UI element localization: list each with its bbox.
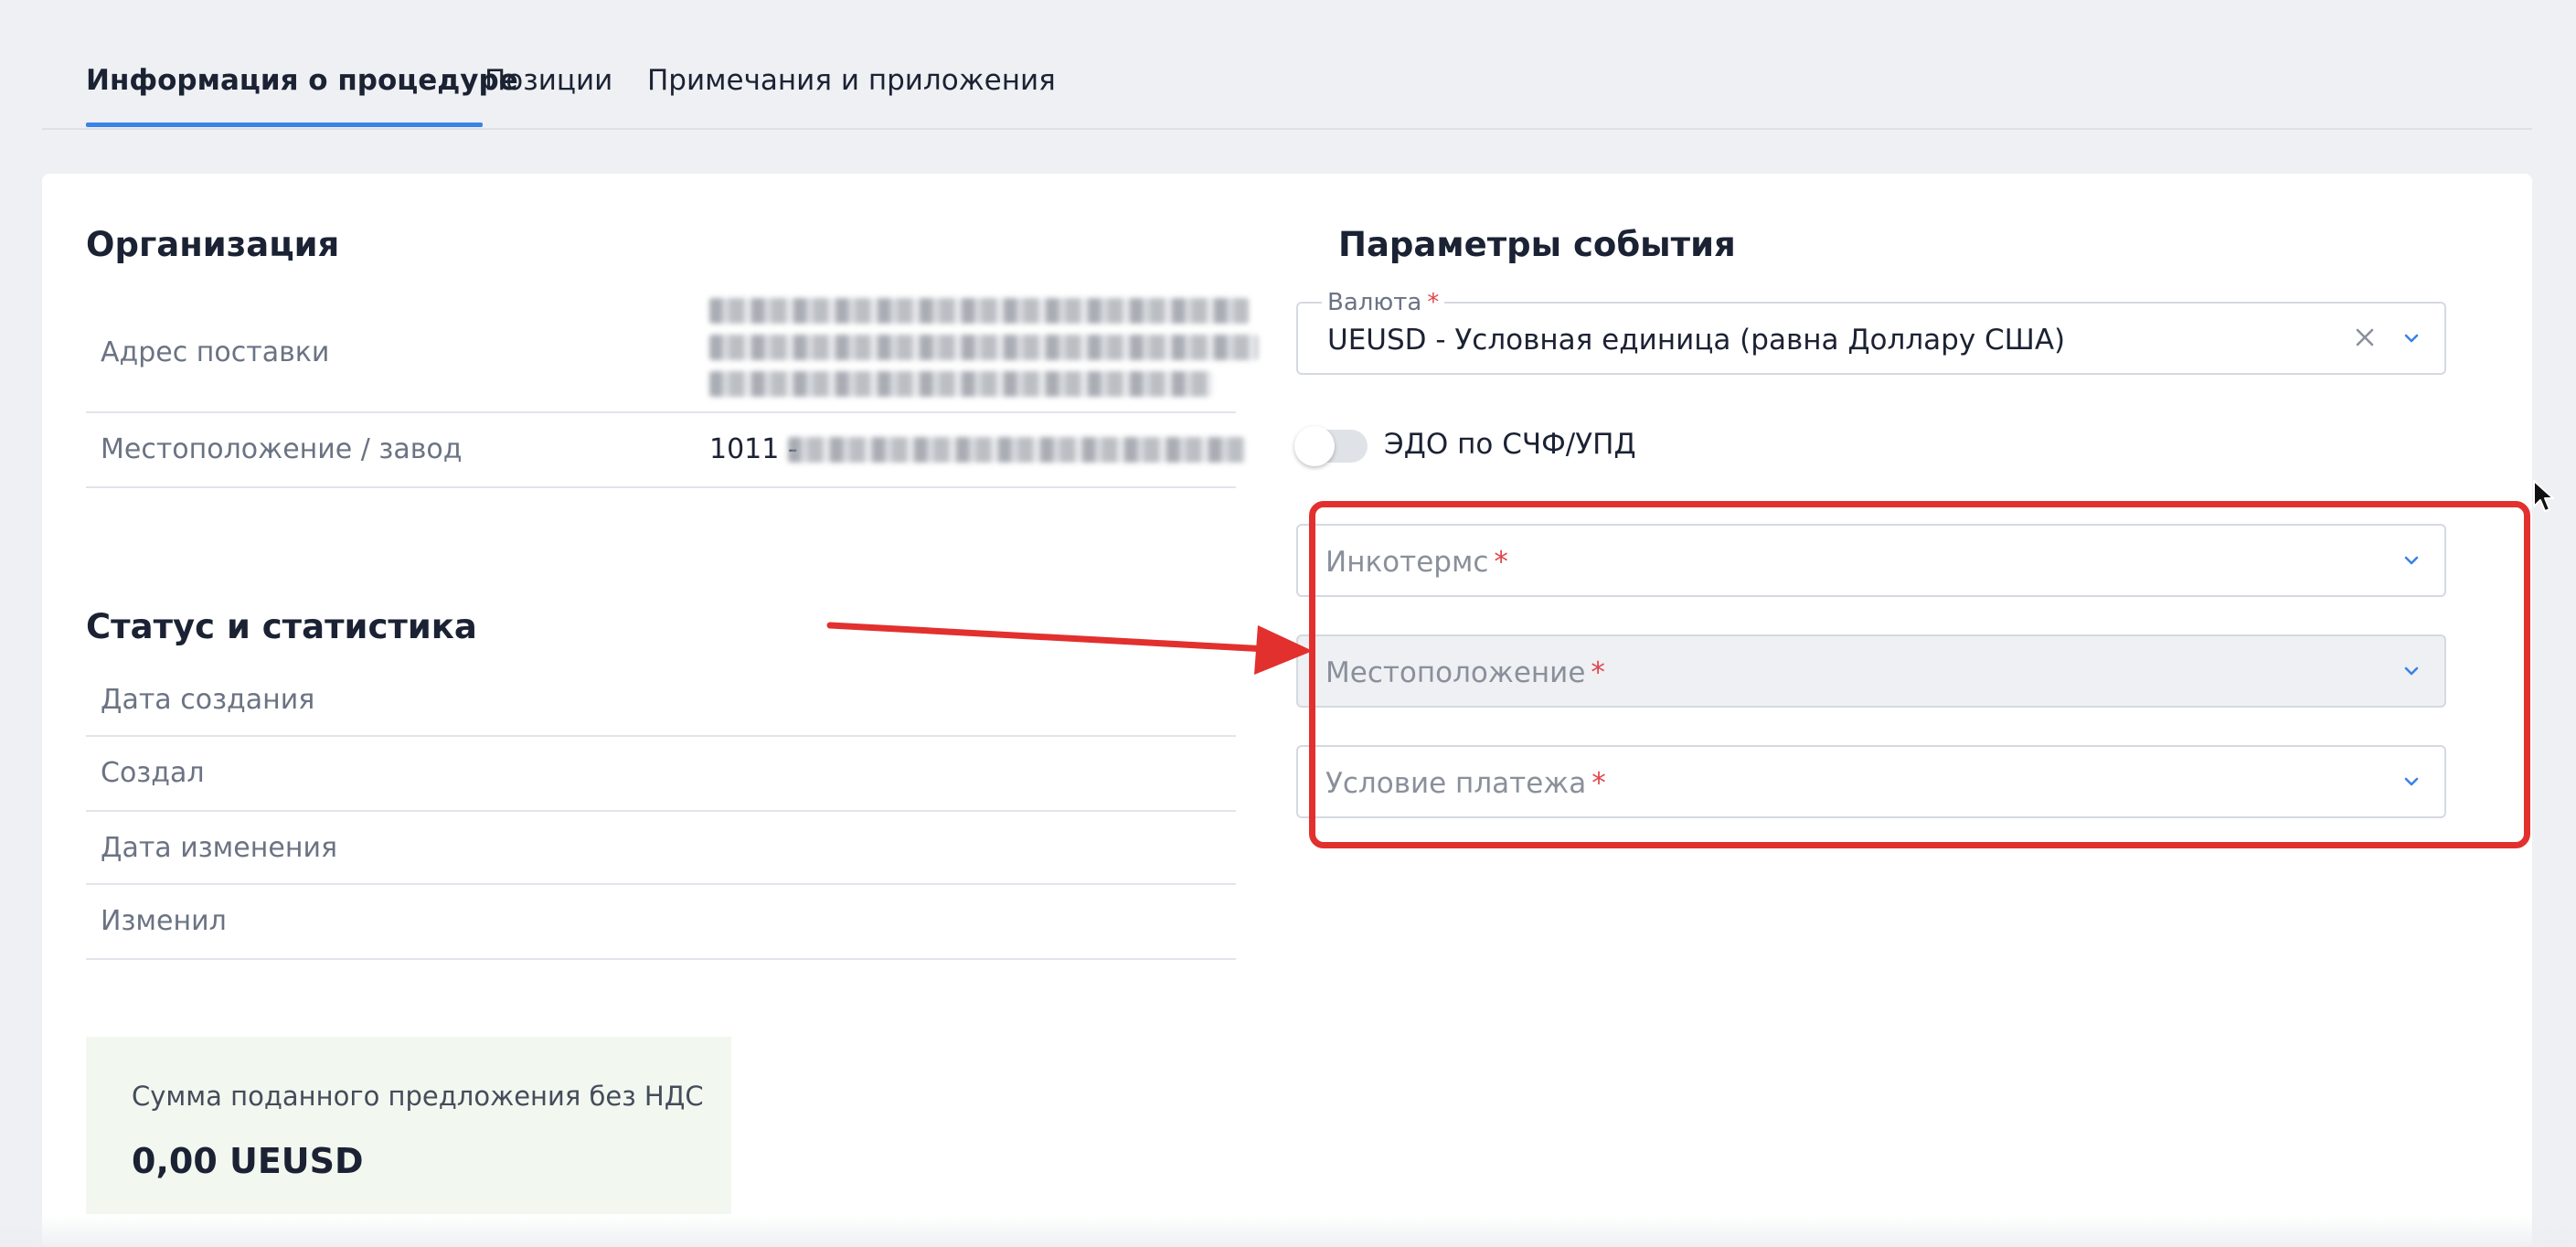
offer-sum-value: 0,00 UEUSD (132, 1141, 364, 1181)
location-required-mark: * (1591, 656, 1605, 689)
incoterms-select[interactable]: Инкотермс * (1296, 524, 2446, 597)
created-by-row: Создал (86, 737, 1236, 812)
modified-date-row: Дата изменения (86, 812, 1236, 885)
toggle-knob (1294, 426, 1335, 466)
tab-notes-attachments[interactable]: Примечания и приложения (647, 64, 1056, 97)
offer-sum-label: Сумма поданного предложения без НДС (132, 1081, 704, 1112)
modified-date-label: Дата изменения (101, 832, 337, 864)
tab-positions[interactable]: Позиции (484, 64, 612, 97)
delivery-address-label: Адрес поставки (101, 336, 330, 368)
currency-label: Валюта * (1322, 289, 1445, 316)
chevron-down-icon[interactable] (2399, 769, 2424, 794)
location-plant-label: Местоположение / завод (101, 433, 463, 465)
incoterms-placeholder: Инкотермс * (1325, 546, 1508, 579)
procedure-page: Информация о процедуре Позиции Примечани… (0, 0, 2576, 1247)
chevron-down-icon[interactable] (2399, 658, 2424, 684)
edo-toggle-label: ЭДО по СЧФ/УПД (1384, 428, 1636, 461)
payment-terms-placeholder: Условие платежа * (1325, 767, 1606, 800)
status-title: Статус и статистика (86, 607, 477, 646)
location-select[interactable]: Местоположение * (1296, 634, 2446, 708)
modified-by-label: Изменил (101, 905, 227, 937)
incoterms-required-mark: * (1494, 546, 1508, 579)
location-plant-row: Местоположение / завод 1011 - (86, 413, 1245, 488)
mouse-cursor-icon (2533, 480, 2554, 512)
modified-by-row: Изменил (86, 885, 1236, 960)
edo-toggle[interactable] (1294, 426, 1368, 466)
payment-terms-required-mark: * (1591, 767, 1606, 800)
location-placeholder: Местоположение * (1325, 656, 1605, 689)
offer-sum-box: Сумма поданного предложения без НДС 0,00… (86, 1037, 731, 1214)
currency-value: UEUSD - Условная единица (равна Доллару … (1327, 324, 2066, 357)
chevron-down-icon[interactable] (2399, 548, 2424, 573)
payment-terms-select[interactable]: Условие платежа * (1296, 745, 2446, 818)
bottom-fade (0, 1216, 2576, 1247)
redacted-address-line-2 (709, 335, 1258, 360)
tab-procedure-info[interactable]: Информация о процедуре (86, 64, 518, 97)
clear-icon[interactable] (2351, 324, 2379, 351)
created-date-row: Дата создания (86, 664, 1236, 737)
redacted-address-line-3 (709, 371, 1212, 397)
delivery-address-row: Адрес поставки (86, 291, 1258, 413)
created-date-label: Дата создания (101, 684, 315, 716)
redacted-address-line-1 (709, 298, 1249, 324)
event-params-title: Параметры события (1338, 225, 1736, 264)
currency-required-mark: * (1427, 289, 1440, 316)
organization-title: Организация (86, 225, 340, 264)
chevron-down-icon[interactable] (2399, 325, 2424, 351)
redacted-plant-name (788, 437, 1245, 463)
created-by-label: Создал (101, 757, 205, 789)
tab-bar: Информация о процедуре Позиции Примечани… (42, 0, 2532, 130)
currency-select[interactable]: Валюта * UEUSD - Условная единица (равна … (1296, 289, 2446, 375)
active-tab-indicator (86, 123, 483, 127)
location-plant-value: 1011 - (709, 433, 798, 465)
